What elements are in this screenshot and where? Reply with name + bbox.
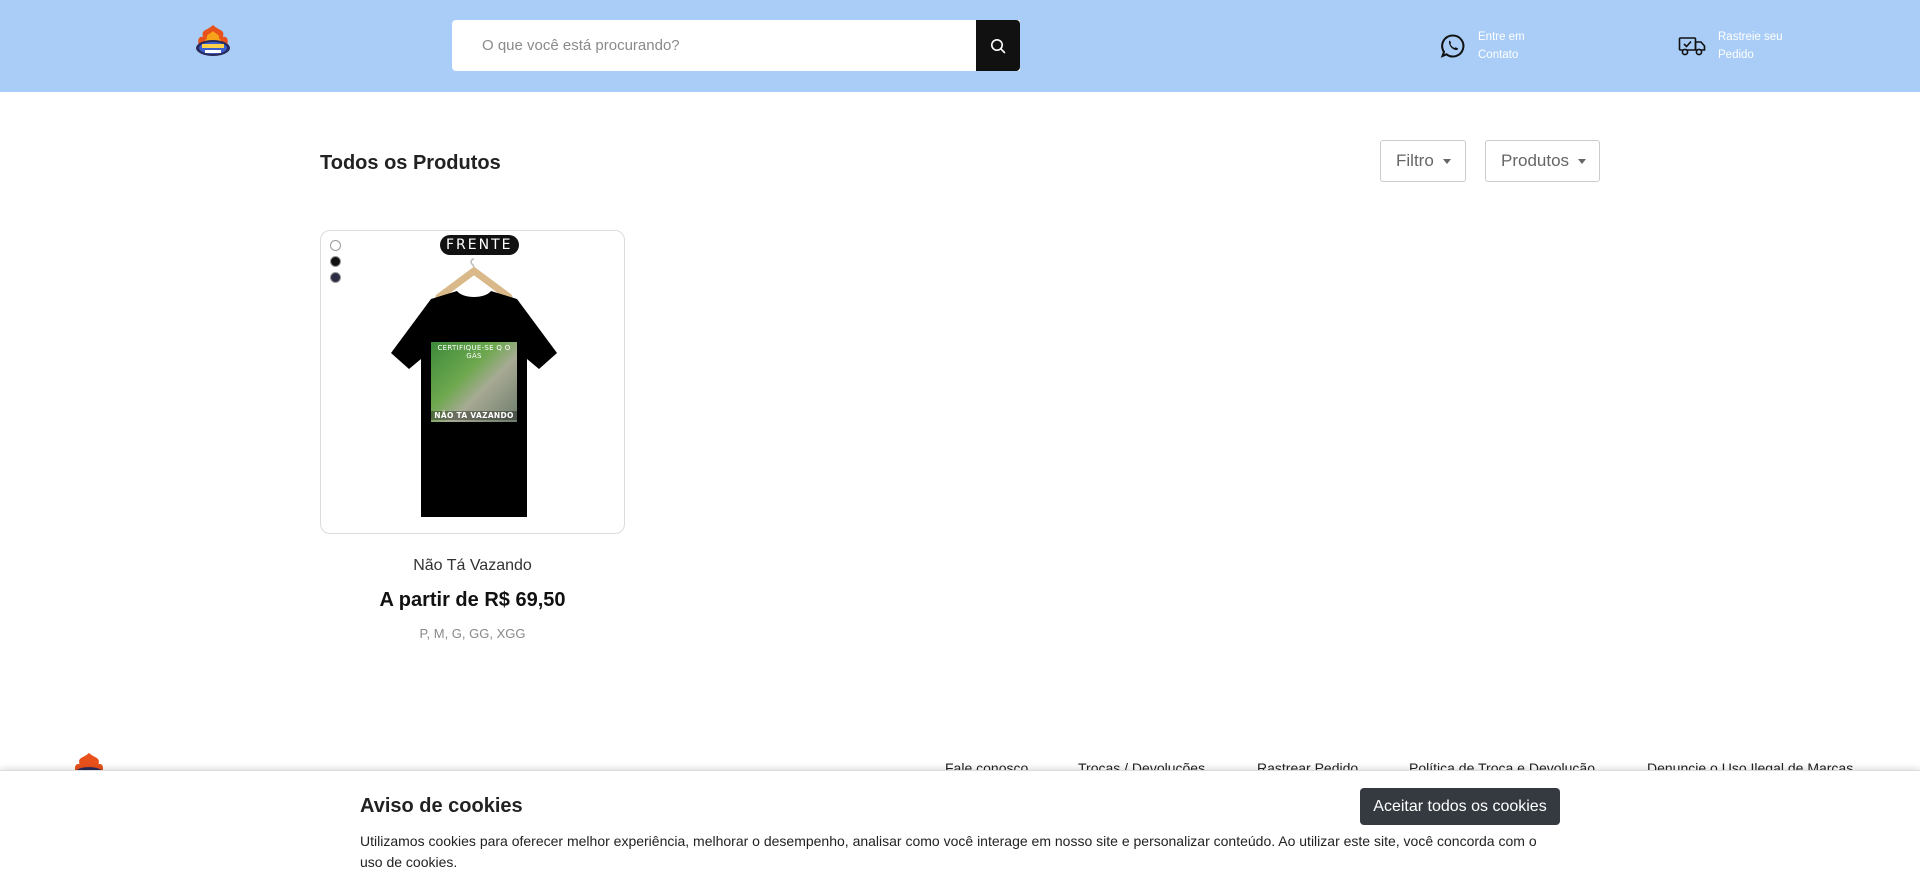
search-input[interactable] [452, 20, 976, 71]
product-card[interactable]: FRENTE CERTIFIQUE-SE Q O GÁS NÃO TA VAZA… [320, 230, 625, 534]
product-name[interactable]: Não Tá Vazando [320, 557, 625, 575]
shirt-print: CERTIFIQUE-SE Q O GÁS NÃO TA VAZANDO [431, 342, 517, 422]
filter-label: Filtro [1396, 151, 1434, 170]
swatch-navy[interactable] [330, 272, 341, 283]
products-label: Produtos [1501, 151, 1570, 170]
print-bottom-text: NÃO TA VAZANDO [431, 411, 517, 420]
contact-line1: Entre em [1478, 31, 1525, 43]
swatch-black[interactable] [330, 256, 341, 267]
contact-line2: Contato [1478, 49, 1519, 61]
accept-cookies-button[interactable]: Aceitar todos os cookies [1360, 788, 1560, 825]
whatsapp-icon [1440, 34, 1465, 58]
contact-link[interactable]: Entre em Contato [1440, 28, 1548, 64]
color-swatches [330, 240, 341, 288]
products-dropdown[interactable]: Produtos [1485, 140, 1600, 182]
site-header: Entre em Contato Rastreie seu Pedido [0, 0, 1920, 92]
cookie-banner: Aviso de cookies Utilizamos cookies para… [0, 770, 1920, 888]
track-order-link[interactable]: Rastreie seu Pedido [1678, 28, 1788, 64]
cookie-text: Utilizamos cookies para oferecer melhor … [360, 833, 1537, 870]
search-button[interactable] [976, 20, 1020, 71]
page-title: Todos os Produtos [320, 152, 501, 174]
caret-down-icon [1578, 158, 1587, 164]
track-line1: Rastreie seu [1718, 31, 1783, 43]
product-price: A partir de R$ 69,50 [379, 589, 566, 611]
print-top-text: CERTIFIQUE-SE Q O GÁS [437, 344, 511, 360]
swatch-white[interactable] [330, 240, 341, 251]
view-tag: FRENTE [440, 235, 519, 255]
product-sizes: P, M, G, GG, XGG [419, 626, 526, 641]
store-logo[interactable] [193, 23, 233, 61]
search-box [452, 20, 1020, 71]
cookie-title: Aviso de cookies [360, 795, 523, 817]
caret-down-icon [1442, 158, 1451, 164]
filter-dropdown[interactable]: Filtro [1380, 140, 1466, 182]
delivery-truck-icon [1678, 37, 1706, 56]
track-line2: Pedido [1718, 49, 1754, 61]
search-icon [991, 38, 1006, 53]
